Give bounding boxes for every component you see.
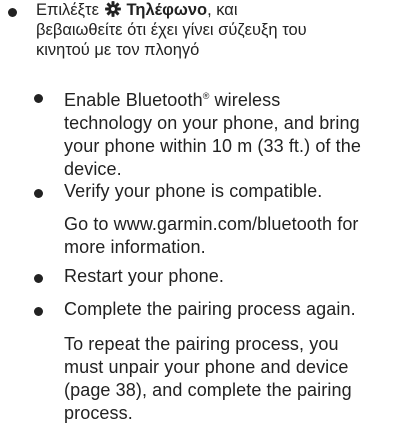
note-line: must unpair your phone and device bbox=[64, 357, 349, 377]
sub-item-line: device. bbox=[64, 159, 122, 179]
sub-item-line: Enable Bluetooth® wireless bbox=[64, 90, 281, 110]
bullet-dot bbox=[34, 189, 43, 198]
sub-item-bluetooth: Enable Bluetooth® wireless technology on… bbox=[64, 85, 361, 181]
note-line: more information. bbox=[64, 237, 206, 257]
note-line: (page 38), and complete the pairing bbox=[64, 380, 352, 400]
top-prefix: Επιλέξτε bbox=[36, 1, 99, 19]
sub-item-line: your phone within 10 m (33 ft.) of the bbox=[64, 136, 361, 156]
top-instruction: Επιλέξτε Τηλέφωνο, και βεβαιωθείτε ότι έ… bbox=[36, 0, 307, 60]
sub-item-line: technology on your phone, and bring bbox=[64, 113, 360, 133]
bullet-dot bbox=[34, 307, 43, 316]
bullet-dot bbox=[8, 8, 17, 17]
top-instruction-line-1: Επιλέξτε Τηλέφωνο, και bbox=[36, 0, 307, 20]
note-line: Go to www.garmin.com/bluetooth for bbox=[64, 214, 359, 234]
help-page: Επιλέξτε Τηλέφωνο, και βεβαιωθείτε ότι έ… bbox=[0, 0, 401, 434]
sub-item-line: Complete the pairing process again. bbox=[64, 299, 356, 319]
sub-item-note: To repeat the pairing process, you must … bbox=[64, 333, 352, 425]
top-suffix: , και bbox=[207, 1, 238, 19]
sub-item-line: Verify your phone is compatible. bbox=[64, 181, 323, 201]
gear-icon bbox=[104, 1, 121, 17]
sub-item-restart: Restart your phone. bbox=[64, 265, 224, 288]
sub-item-repeat-pairing: Complete the pairing process again. bbox=[64, 298, 356, 321]
top-instruction-line-3: κινητού με τον πλοηγό bbox=[36, 41, 200, 59]
bullet-dot bbox=[34, 94, 43, 103]
sub-item-line: Restart your phone. bbox=[64, 266, 224, 286]
note-line: To repeat the pairing process, you bbox=[64, 334, 339, 354]
top-instruction-line-2: βεβαιωθείτε ότι έχει γίνει σύζευξη του bbox=[36, 21, 307, 39]
top-bold-setting: Τηλέφωνο bbox=[126, 1, 208, 19]
bullet-dot bbox=[34, 274, 43, 283]
sub-item-note: Go to www.garmin.com/bluetooth for more … bbox=[64, 213, 359, 259]
sub-item-compatible: Verify your phone is compatible. bbox=[64, 180, 322, 203]
note-line: process. bbox=[64, 403, 133, 423]
